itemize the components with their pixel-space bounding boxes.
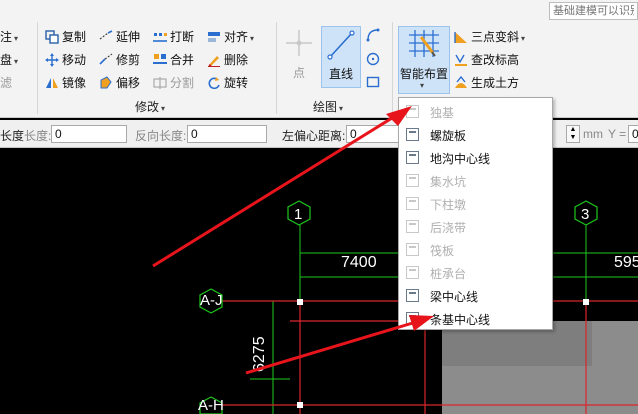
dimension-595: 595 <box>614 254 638 271</box>
y-label: Y = <box>608 127 627 141</box>
dimension-7400: 7400 <box>341 254 377 271</box>
menu-item-icon <box>406 174 419 187</box>
menu-item-raft-slab[interactable]: 筏板 <box>399 238 552 261</box>
move-button[interactable]: 移动 <box>45 52 86 68</box>
draw-group-label[interactable]: 绘图 ▾ <box>313 99 343 117</box>
axis-label-3: 3 <box>581 206 590 223</box>
align-icon <box>208 32 220 42</box>
ribbon-left-item-3[interactable]: 滤 <box>0 75 12 91</box>
break-button[interactable]: 打断 <box>153 29 194 45</box>
rotate-icon <box>208 77 220 90</box>
mirror-button[interactable]: 镜像 <box>45 75 86 91</box>
arc-icon[interactable] <box>366 28 380 42</box>
line-icon <box>327 30 355 60</box>
ribbon-left-item-1[interactable]: 注 ▾ <box>0 29 18 47</box>
copy-icon <box>45 30 59 44</box>
edit-elevation-button[interactable]: 查改标高 <box>454 52 519 68</box>
copy-button[interactable]: 复制 <box>45 29 86 45</box>
rectangle-icon[interactable] <box>366 75 380 89</box>
length-input[interactable] <box>51 125 127 143</box>
length-label: 长度: <box>24 129 52 143</box>
trim-button[interactable]: 修剪 <box>99 52 140 68</box>
menu-item-icon <box>406 243 419 256</box>
menu-item-isolated-footing[interactable]: 独基 <box>399 100 552 123</box>
break-icon <box>153 33 167 42</box>
menu-item-icon <box>406 289 419 302</box>
dimension-6275: 6275 <box>251 336 268 372</box>
delete-button[interactable]: 删除 <box>207 52 248 68</box>
row-label-ah: A-H <box>198 397 224 414</box>
menu-item-strip-footing-centerline[interactable]: 条基中心线 <box>399 307 552 330</box>
extend-button[interactable]: 延伸 <box>99 29 140 45</box>
delete-icon <box>208 56 220 67</box>
menu-item-trench-centerline[interactable]: 地沟中心线 <box>399 146 552 169</box>
menu-item-column-pier[interactable]: 下柱墩 <box>399 192 552 215</box>
ribbon-left-item-2[interactable]: 盘 ▾ <box>0 52 18 70</box>
row-label-aj: A-J <box>200 292 223 309</box>
smart-layout-button[interactable]: 智能布置 ▾ <box>398 26 450 94</box>
axis-label-1: 1 <box>294 206 303 223</box>
point-icon <box>286 30 312 56</box>
menu-item-pile-cap[interactable]: 桩承台 <box>399 261 552 284</box>
split-icon <box>153 77 167 89</box>
menu-item-icon <box>406 128 419 141</box>
merge-icon <box>153 54 167 64</box>
elevation-icon <box>455 54 467 66</box>
mirror-icon <box>46 78 58 88</box>
line-button[interactable]: 直线 <box>321 26 361 88</box>
extend-icon <box>99 30 113 40</box>
mm-unit-label: mm <box>583 127 603 141</box>
trim-icon <box>99 53 113 65</box>
offset-button[interactable]: 偏移 <box>99 75 140 91</box>
menu-item-icon <box>406 151 419 164</box>
align-button[interactable]: 对齐 ▾ <box>207 29 254 47</box>
smart-layout-dropdown: 独基 螺旋板 地沟中心线 集水坑 下柱墩 后浇带 筏板 桩承台 梁中心线 条基中… <box>398 97 553 330</box>
menu-item-icon <box>406 105 419 118</box>
menu-item-post-pour-strip[interactable]: 后浇带 <box>399 215 552 238</box>
point-button[interactable]: 点 <box>282 26 316 88</box>
y-input[interactable] <box>628 125 638 143</box>
slope-icon <box>454 32 467 43</box>
reverse-length-input[interactable] <box>187 125 267 143</box>
move-icon <box>45 53 59 67</box>
merge-button[interactable]: 合并 <box>153 52 194 68</box>
three-point-slope-button[interactable]: 三点变斜 ▾ <box>454 29 525 47</box>
length-label-partial: 长度 <box>0 129 25 143</box>
generate-earthwork-button[interactable]: 生成土方 <box>454 75 519 91</box>
menu-item-icon <box>406 266 419 279</box>
offset-icon <box>100 76 112 89</box>
spin-button[interactable]: ▲ ▼ <box>566 125 580 143</box>
left-offset-label: 左偏心距离: <box>282 129 346 143</box>
menu-item-sump-pit[interactable]: 集水坑 <box>399 169 552 192</box>
reverse-length-label: 反向长度: <box>135 129 187 143</box>
menu-item-icon <box>406 312 419 325</box>
left-offset-input[interactable] <box>346 125 400 143</box>
menu-item-beam-centerline[interactable]: 梁中心线 <box>399 284 552 307</box>
search-input[interactable] <box>549 2 638 20</box>
menu-item-icon <box>406 197 419 210</box>
circle-icon[interactable] <box>366 52 380 66</box>
rotate-button[interactable]: 旋转 <box>207 75 248 91</box>
smart-layout-icon <box>409 30 439 57</box>
earthwork-icon <box>455 76 467 88</box>
menu-item-icon <box>406 220 419 233</box>
modify-group-label[interactable]: 修改 ▾ <box>135 99 165 117</box>
split-button[interactable]: 分割 <box>153 75 194 91</box>
menu-item-spiral-slab[interactable]: 螺旋板 <box>399 123 552 146</box>
